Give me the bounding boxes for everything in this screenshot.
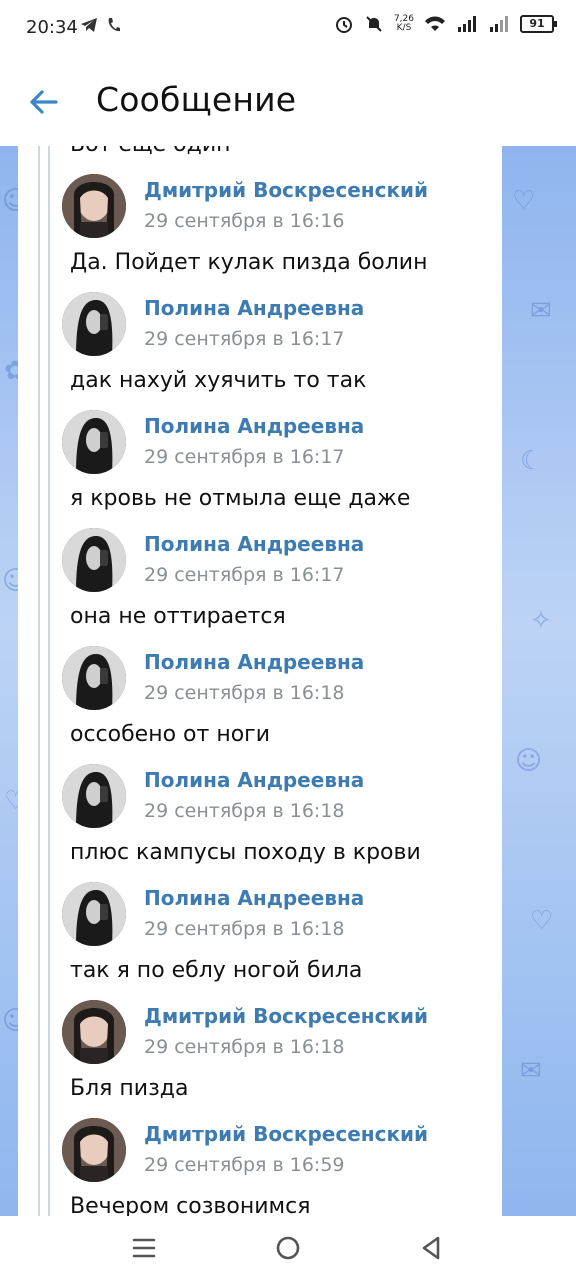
net-speed: 7,26 K/S [394, 15, 414, 33]
avatar[interactable] [62, 174, 126, 238]
net-speed-unit: K/S [396, 23, 412, 33]
avatar[interactable] [62, 764, 126, 828]
avatar[interactable] [62, 528, 126, 592]
avatar[interactable] [62, 292, 126, 356]
sender-name[interactable]: Полина Андреевна [144, 650, 364, 674]
triangle-back-icon [422, 1236, 440, 1260]
call-icon [108, 18, 120, 32]
doodle-icon: ☺ [515, 746, 543, 776]
menu-lines-icon [132, 1238, 156, 1258]
thread-line [38, 146, 40, 1216]
avatar[interactable] [62, 1118, 126, 1182]
message-text: плюс кампусы походу в крови [70, 840, 421, 865]
message-text: она не оттирается [70, 604, 286, 629]
message-date: 29 сентября в 16:17 [144, 328, 345, 350]
signal-icon [458, 16, 476, 32]
avatar[interactable] [62, 410, 126, 474]
message-text: Вот еще один [70, 146, 231, 157]
doodle-icon: ♡ [512, 186, 536, 216]
doodle-icon: ✧ [530, 606, 552, 636]
message-text: Вечером созвонимся [70, 1194, 311, 1216]
app-header: Сообщение [0, 58, 576, 146]
status-left-icons [80, 16, 120, 34]
sender-name[interactable]: Дмитрий Воскресенский [144, 178, 428, 202]
message-text: дак нахуй хуячить то так [70, 368, 367, 393]
status-right-icons: 7,26 K/S 91 [334, 14, 557, 34]
system-back-button[interactable] [416, 1232, 448, 1264]
doodle-icon: ♡ [530, 906, 554, 936]
message-date: 29 сентября в 16:18 [144, 682, 345, 704]
page-title: Сообщение [96, 80, 297, 119]
message-date: 29 сентября в 16:17 [144, 446, 345, 468]
battery-indicator: 91 [520, 15, 557, 33]
home-circle-icon [276, 1236, 300, 1260]
doodle-icon: ✉ [530, 296, 552, 326]
message-text: так я по еблу ногой била [70, 958, 363, 983]
message-text: Да. Пойдет кулак пизда болин [70, 250, 428, 275]
message-date: 29 сентября в 16:17 [144, 564, 345, 586]
thread-line [48, 146, 50, 1216]
alarm-icon [335, 17, 352, 33]
sender-name[interactable]: Полина Андреевна [144, 768, 364, 792]
home-button[interactable] [272, 1232, 304, 1264]
recent-apps-button[interactable] [128, 1232, 160, 1264]
sender-name[interactable]: Дмитрий Воскресенский [144, 1122, 428, 1146]
message-text: я кровь не отмыла еще даже [70, 486, 411, 511]
sender-name[interactable]: Полина Андреевна [144, 532, 364, 556]
message-date: 29 сентября в 16:18 [144, 918, 345, 940]
arrow-left-icon [30, 90, 58, 114]
message-date: 29 сентября в 16:16 [144, 210, 345, 232]
sender-name[interactable]: Полина Андреевна [144, 414, 364, 438]
avatar[interactable] [62, 1000, 126, 1064]
system-nav-bar [0, 1216, 576, 1280]
sender-name[interactable]: Полина Андреевна [144, 296, 364, 320]
forwarded-messages-panel[interactable]: Вот еще один Дмитрий Воскресенский 29 се… [18, 146, 502, 1216]
avatar[interactable] [62, 882, 126, 946]
mute-bell-icon [366, 16, 382, 32]
message-text: Бля пизда [70, 1076, 189, 1101]
sender-name[interactable]: Дмитрий Воскресенский [144, 1004, 428, 1028]
message-date: 29 сентября в 16:59 [144, 1154, 345, 1176]
sender-name[interactable]: Полина Андреевна [144, 886, 364, 910]
wifi-icon [425, 16, 445, 31]
message-text: оссобено от ноги [70, 722, 271, 747]
telegram-icon [81, 18, 97, 32]
message-date: 29 сентября в 16:18 [144, 800, 345, 822]
avatar[interactable] [62, 646, 126, 710]
back-button[interactable] [24, 82, 64, 122]
status-time: 20:34 [26, 17, 78, 38]
doodle-icon: ✉ [520, 1056, 542, 1086]
signal-icon-2 [490, 16, 508, 32]
status-bar: 20:34 7,26 K/S 91 [0, 0, 576, 58]
doodle-icon: ☾ [520, 446, 544, 476]
message-date: 29 сентября в 16:18 [144, 1036, 345, 1058]
